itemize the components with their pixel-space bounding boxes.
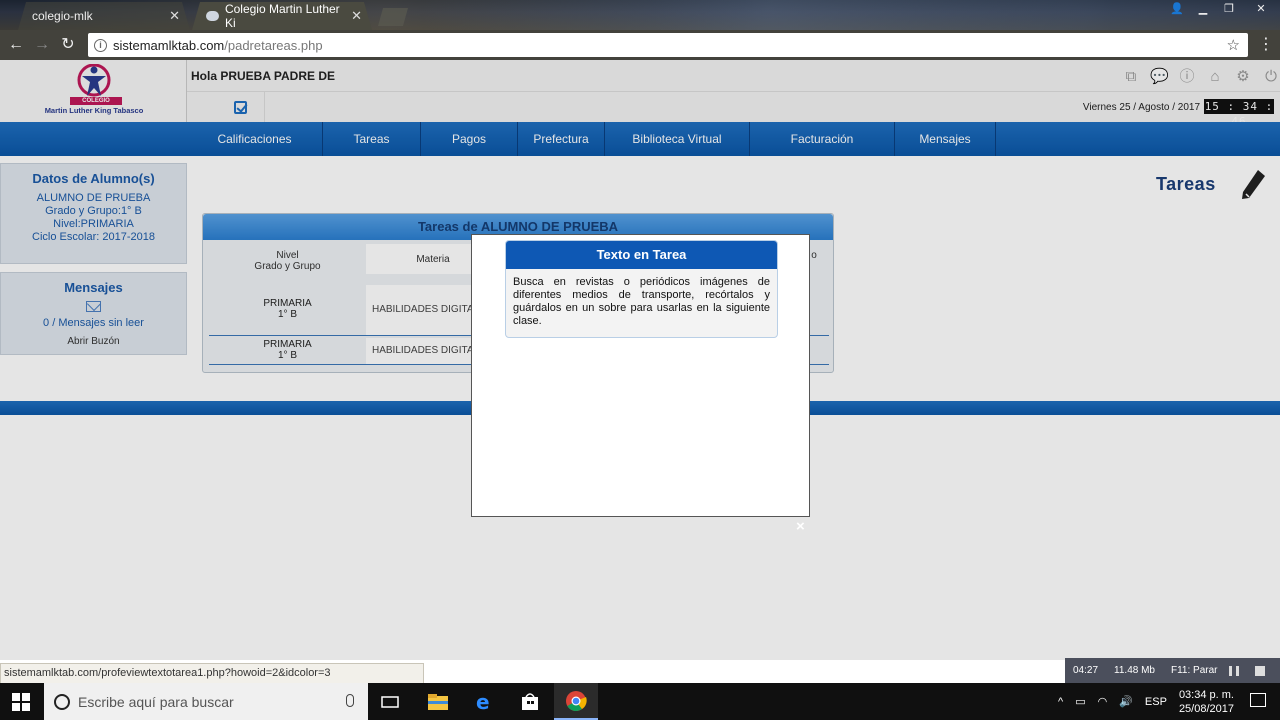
language-indicator[interactable]: ESP — [1145, 696, 1167, 708]
bookmark-star-icon[interactable]: ☆ — [1227, 36, 1240, 54]
battery-icon[interactable]: ▭ — [1075, 695, 1085, 708]
link-status-bar: sistemamlktab.com/profeviewtextotarea1.p… — [0, 663, 424, 683]
taskbar-time: 03:34 p. m. — [1178, 688, 1234, 701]
taskbar-date: 25/08/2017 — [1178, 702, 1234, 715]
url-host: sistemamlktab.com — [113, 37, 225, 53]
user-icon[interactable]: 👤 — [1164, 0, 1190, 18]
tab-colegio-martin-luther[interactable]: Colegio Martin Luther Ki ✕ — [192, 2, 372, 30]
store-icon[interactable] — [508, 683, 552, 720]
search-placeholder: Escribe aquí para buscar — [78, 693, 234, 710]
window-close-icon[interactable]: ✕ — [1242, 0, 1280, 18]
recorder-elapsed: 04:27 — [1073, 665, 1099, 676]
windows-start-icon[interactable] — [12, 693, 30, 711]
back-arrow-icon[interactable]: ← — [6, 35, 26, 55]
chevron-up-icon[interactable]: ^ — [1058, 696, 1063, 708]
windows-taskbar: Escribe aquí para buscar e ^ ▭ ◠ 🔊 ESP 0… — [0, 683, 1280, 720]
chrome-icon[interactable] — [554, 683, 598, 720]
edge-browser-icon[interactable]: e — [462, 683, 506, 720]
cloud-favicon-icon — [206, 11, 219, 21]
modal-title: Texto en Tarea — [506, 241, 777, 269]
screen-recorder-widget: 04:27 11.48 Mb F11: Parar — [1065, 658, 1280, 683]
browser-toolbar: ← → ↻ i sistemamlktab.com/padretareas.ph… — [0, 30, 1280, 60]
wifi-icon[interactable]: ◠ — [1098, 695, 1108, 708]
tab-title: Colegio Martin Luther Ki — [224, 2, 340, 30]
address-bar[interactable]: i sistemamlktab.com/padretareas.php ☆ — [88, 33, 1248, 57]
recorder-hotkey: F11: Parar — [1170, 665, 1218, 676]
new-tab-button[interactable] — [378, 8, 408, 26]
menu-dots-icon[interactable]: ⋮ — [1258, 34, 1274, 54]
recorder-size: 11.48 Mb — [1114, 665, 1155, 676]
file-explorer-icon[interactable] — [416, 683, 460, 720]
notification-center-icon[interactable] — [1250, 693, 1266, 707]
system-tray: ^ ▭ ◠ 🔊 ESP 03:34 p. m. 25/08/2017 — [1058, 683, 1234, 720]
tab-close-icon[interactable]: ✕ — [169, 8, 180, 24]
cortana-icon — [54, 693, 70, 710]
tab-title: colegio-mlk — [32, 9, 93, 23]
task-view-icon[interactable] — [368, 683, 412, 720]
forward-arrow-icon[interactable]: → — [32, 35, 52, 55]
task-text-body: Busca en revistas o periódicos imágenes … — [513, 276, 770, 327]
info-icon[interactable]: i — [94, 38, 107, 52]
reload-icon[interactable]: ↻ — [58, 35, 78, 55]
browser-titlebar: colegio-mlk ✕ Colegio Martin Luther Ki ✕… — [0, 0, 1280, 30]
microphone-icon[interactable] — [346, 694, 354, 707]
svg-text:e: e — [476, 692, 490, 712]
tab-colegio-mlk[interactable]: colegio-mlk ✕ — [18, 2, 190, 30]
stop-icon[interactable] — [1255, 665, 1266, 676]
restore-icon[interactable]: ❐ — [1216, 0, 1242, 18]
task-text-modal: Texto en Tarea Busca en revistas o perió… — [471, 234, 810, 517]
volume-icon[interactable]: 🔊 — [1119, 695, 1133, 708]
task-text-card: Texto en Tarea Busca en revistas o perió… — [505, 240, 778, 338]
taskbar-clock[interactable]: 03:34 p. m. 25/08/2017 — [1179, 688, 1234, 716]
modal-close-button[interactable]: × — [796, 518, 805, 535]
url-path: /padretareas.php — [224, 37, 323, 53]
pause-icon[interactable] — [1229, 665, 1240, 676]
taskbar-search-box[interactable]: Escribe aquí para buscar — [44, 683, 368, 720]
tab-close-icon[interactable]: ✕ — [351, 8, 362, 24]
minimize-icon[interactable]: ▁ — [1190, 0, 1216, 18]
window-controls: 👤 ▁ ❐ ✕ — [1164, 0, 1280, 18]
